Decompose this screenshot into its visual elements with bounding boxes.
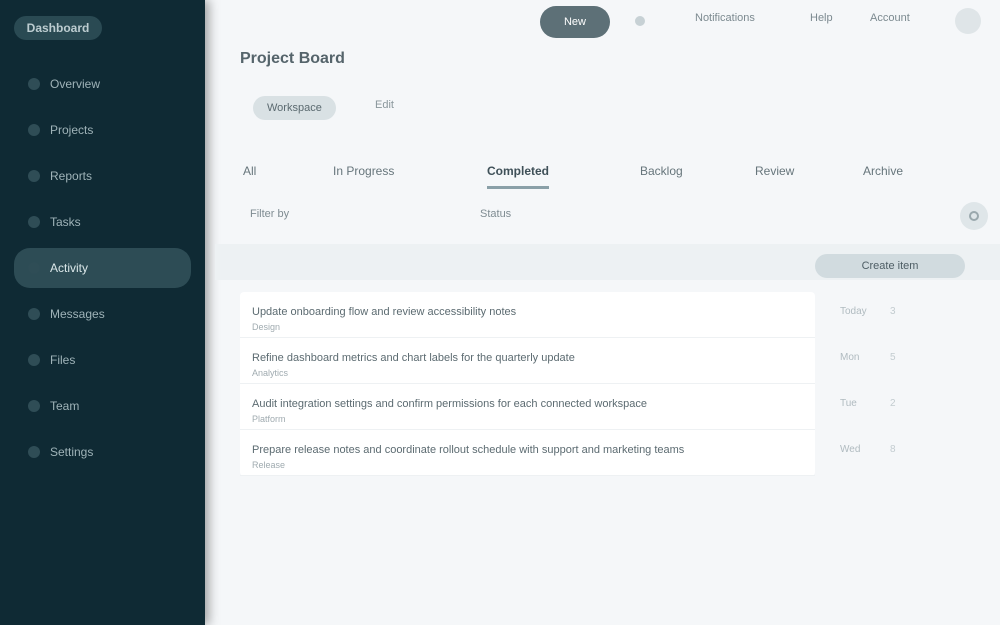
sidebar-item-label: Projects — [50, 123, 94, 137]
meta-row: Mon 5 — [815, 338, 965, 384]
list-item[interactable]: Prepare release notes and coordinate rol… — [240, 430, 815, 476]
item-date: Today — [840, 306, 867, 317]
list-item[interactable]: Update onboarding flow and review access… — [240, 292, 815, 338]
top-bar: New Notifications Help Account — [215, 0, 1000, 44]
list-item-category: Platform — [252, 414, 286, 424]
meta-row: Today 3 — [815, 292, 965, 338]
checklist-icon — [28, 216, 40, 228]
help-link[interactable]: Help — [810, 12, 860, 30]
item-date: Mon — [840, 352, 860, 363]
sidebar-item-overview[interactable]: Overview — [14, 64, 191, 104]
tab-all[interactable]: All — [243, 156, 256, 186]
list-item-title: Refine dashboard metrics and chart label… — [252, 352, 575, 364]
meta-row: Tue 2 — [815, 384, 965, 430]
sidebar: Dashboard Overview Projects Reports Task… — [0, 0, 205, 625]
list-item-category: Analytics — [252, 368, 289, 378]
sidebar-item-label: Files — [50, 353, 76, 367]
sidebar-item-activity[interactable]: Activity — [14, 248, 191, 288]
brand-name: Dashboard — [26, 21, 90, 35]
overview-icon — [28, 78, 40, 90]
sidebar-nav: Overview Projects Reports Tasks Activity… — [0, 58, 205, 478]
sidebar-item-label: Tasks — [50, 215, 81, 229]
sidebar-item-projects[interactable]: Projects — [14, 110, 191, 150]
tab-backlog[interactable]: Backlog — [640, 156, 683, 186]
chart-icon — [28, 170, 40, 182]
tab-archive[interactable]: Archive — [863, 156, 903, 186]
sidebar-item-messages[interactable]: Messages — [14, 294, 191, 334]
sidebar-item-settings[interactable]: Settings — [14, 432, 191, 472]
item-count: 5 — [890, 352, 896, 363]
file-icon — [28, 354, 40, 366]
meta-row: Wed 8 — [815, 430, 965, 476]
item-list: Update onboarding flow and review access… — [240, 292, 815, 476]
status-filter[interactable]: Status — [480, 208, 511, 220]
item-count: 3 — [890, 306, 896, 317]
main-content: New Notifications Help Account Project B… — [215, 0, 1000, 625]
list-item-category: Design — [252, 322, 281, 332]
account-link[interactable]: Account — [870, 12, 925, 30]
tab-in-progress[interactable]: In Progress — [333, 156, 394, 186]
brand-logo[interactable]: Dashboard — [14, 16, 102, 40]
team-icon — [28, 400, 40, 412]
tab-completed[interactable]: Completed — [487, 156, 550, 189]
page-title: Project Board — [240, 50, 345, 67]
workspace-chip[interactable]: Workspace — [253, 96, 336, 120]
tab-review[interactable]: Review — [755, 156, 794, 186]
sidebar-item-label: Team — [50, 399, 80, 413]
item-count: 2 — [890, 398, 896, 409]
item-date: Wed — [840, 444, 861, 455]
sidebar-item-reports[interactable]: Reports — [14, 156, 191, 196]
item-count: 8 — [890, 444, 896, 455]
list-item[interactable]: Audit integration settings and confirm p… — [240, 384, 815, 430]
edit-link[interactable]: Edit — [375, 99, 394, 111]
sidebar-item-team[interactable]: Team — [14, 386, 191, 426]
folder-icon — [28, 124, 40, 136]
sidebar-item-label: Overview — [50, 77, 101, 91]
list-item-title: Update onboarding flow and review access… — [252, 306, 517, 318]
list-item-title: Audit integration settings and confirm p… — [252, 398, 647, 410]
sidebar-item-files[interactable]: Files — [14, 340, 191, 380]
message-icon — [28, 308, 40, 320]
list-item-category: Release — [252, 460, 286, 470]
sidebar-item-label: Messages — [50, 307, 105, 321]
sidebar-item-label: Reports — [50, 169, 93, 183]
sidebar-item-label: Activity — [50, 261, 89, 275]
sidebar-item-tasks[interactable]: Tasks — [14, 202, 191, 242]
list-item[interactable]: Refine dashboard metrics and chart label… — [240, 338, 815, 384]
settings-icon[interactable] — [960, 202, 988, 230]
item-date: Tue — [840, 398, 857, 409]
new-button[interactable]: New — [540, 6, 610, 38]
tab-bar: All In Progress Completed Backlog Review… — [215, 150, 1000, 190]
avatar[interactable] — [955, 8, 981, 34]
notifications-link[interactable]: Notifications — [695, 12, 765, 30]
item-meta-column: Today 3 Mon 5 Tue 2 Wed 8 — [815, 292, 965, 476]
create-item-button[interactable]: Create item — [815, 254, 965, 278]
list-item-title: Prepare release notes and coordinate rol… — [252, 444, 685, 456]
filter-bar: Filter by Status — [240, 200, 1000, 232]
sidebar-item-label: Settings — [50, 445, 94, 459]
status-dot-icon — [635, 16, 645, 26]
gear-icon — [28, 446, 40, 458]
filter-label: Filter by — [250, 208, 290, 220]
activity-icon — [28, 262, 40, 274]
